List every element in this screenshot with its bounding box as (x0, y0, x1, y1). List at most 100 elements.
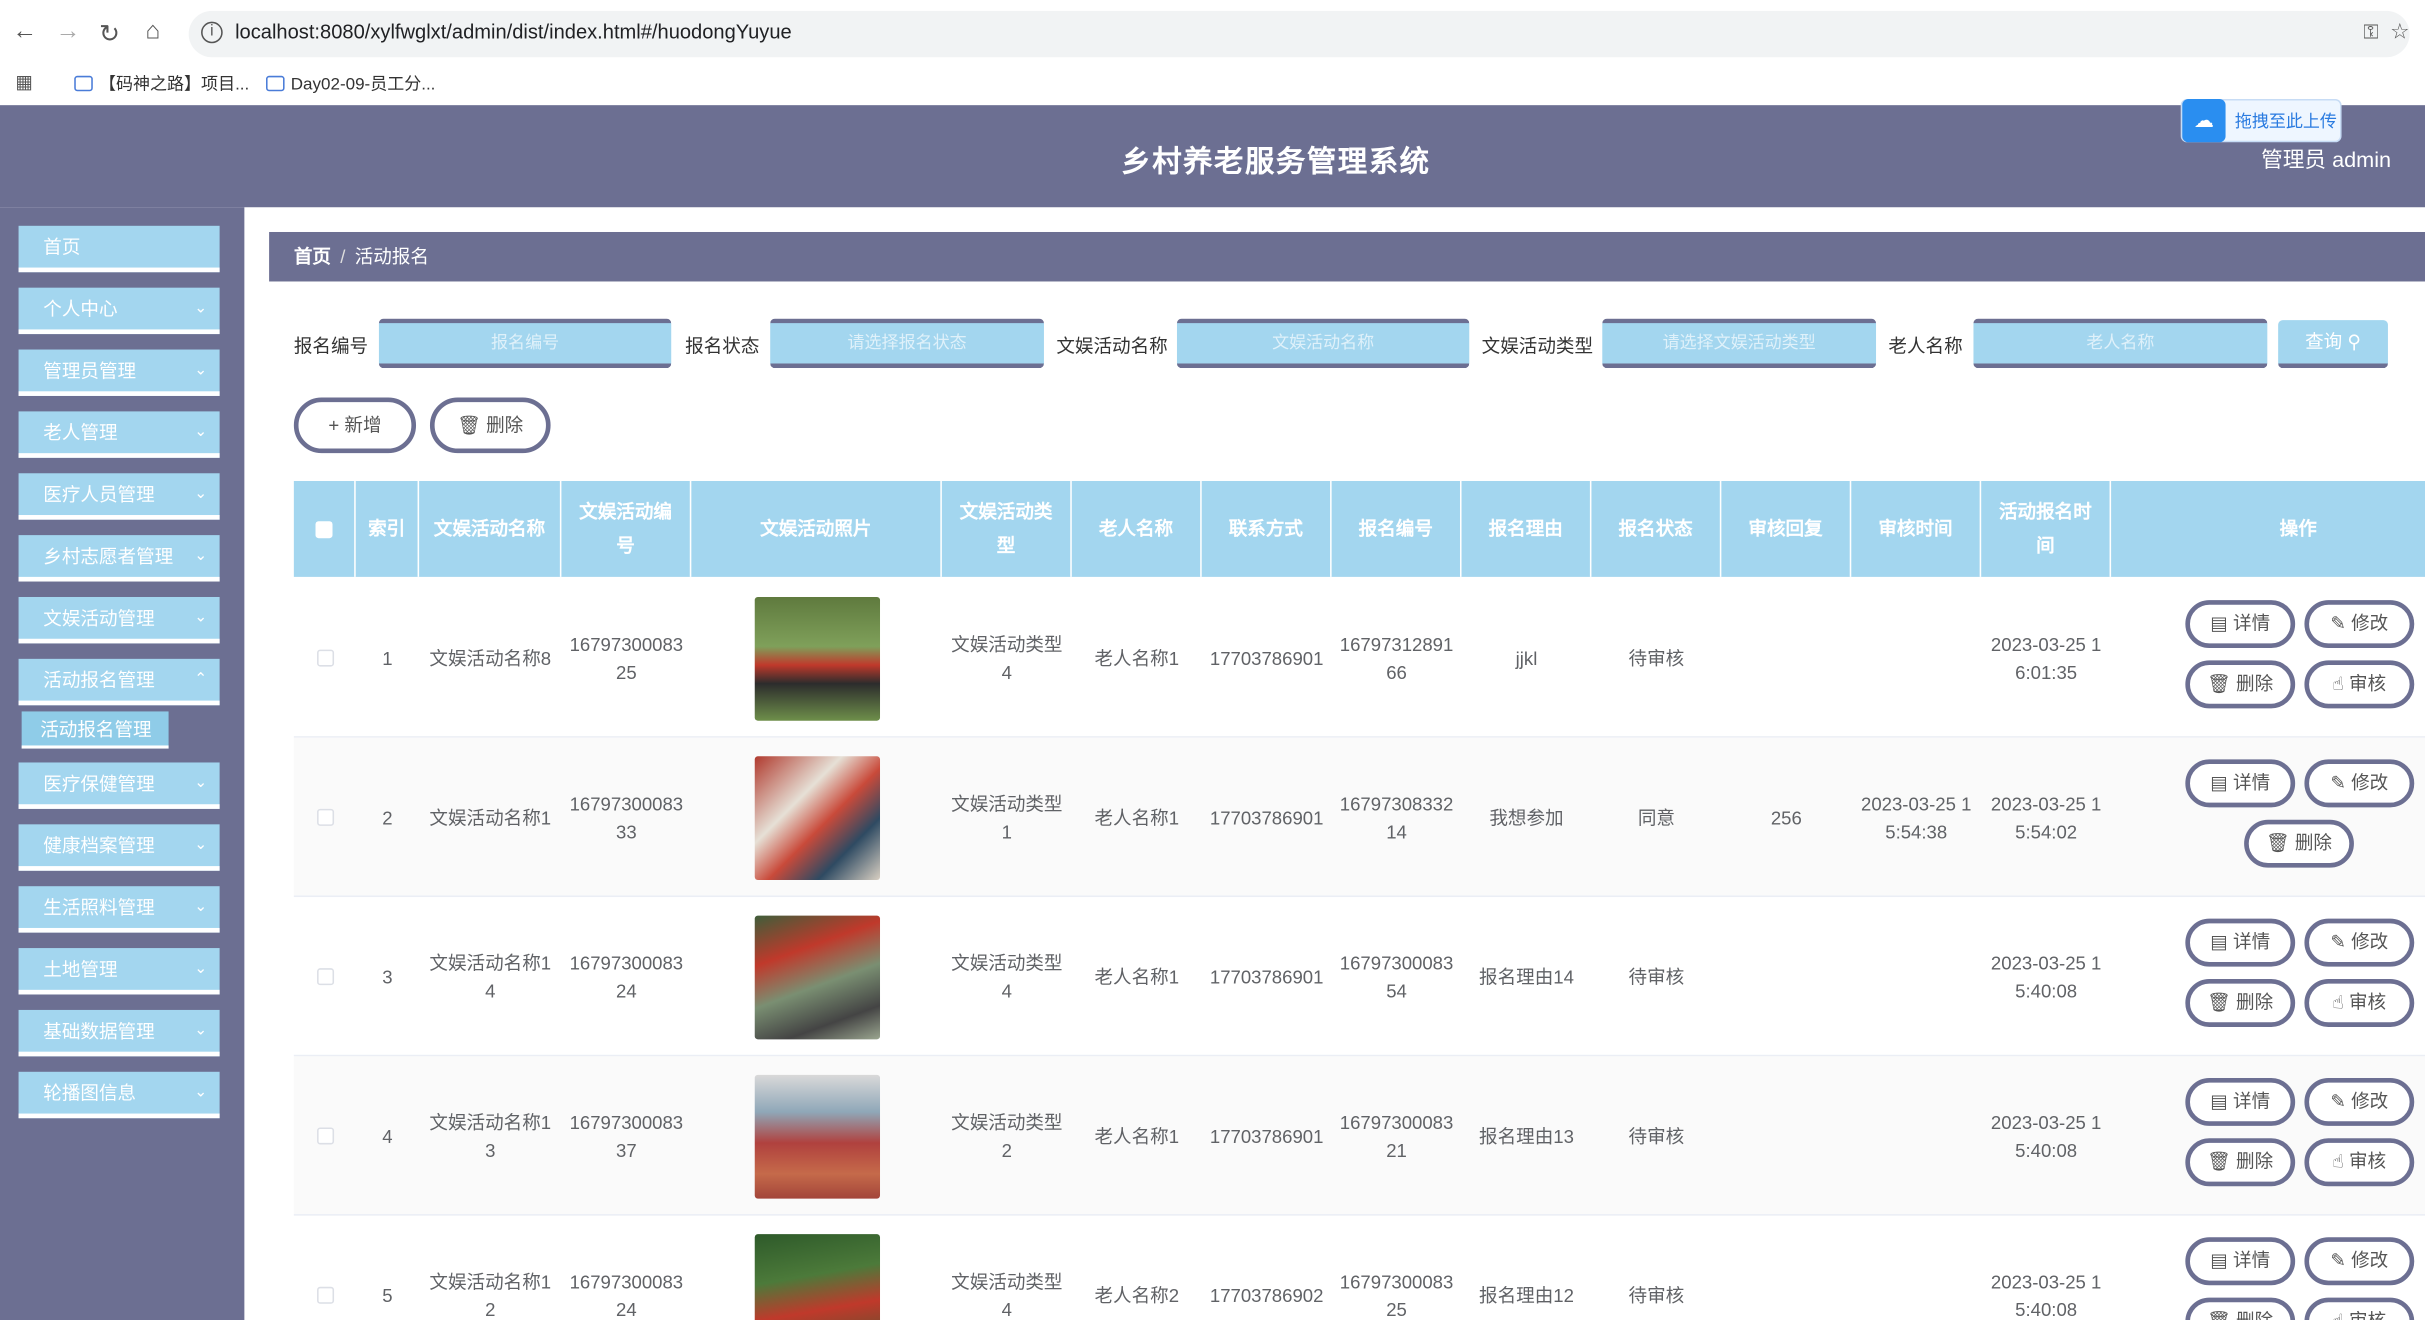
sidebar-item-elder[interactable]: 老人管理 ⌄ (18, 411, 220, 458)
sidebar-item-label: 健康档案管理 (43, 835, 155, 857)
op-label: 修改 (2351, 1090, 2389, 1113)
audit-button[interactable]: ☝ 审核 (2304, 1297, 2415, 1320)
home-icon[interactable]: ⌂ (145, 19, 160, 47)
sidebar-item-volunteer[interactable]: 乡村志愿者管理 ⌄ (18, 535, 220, 582)
sidebar-subitem-signup[interactable]: 活动报名管理 (21, 711, 169, 749)
col-activity-code[interactable]: 文娱活动编号 (561, 480, 692, 577)
user-info[interactable]: 管理员 admin (2261, 144, 2391, 175)
forward-icon[interactable]: → (56, 19, 81, 47)
col-activity-type[interactable]: 文娱活动类型 (942, 480, 1072, 577)
delete-button[interactable]: 🗑 删除 (2185, 1138, 2296, 1187)
detail-button[interactable]: ▤ 详情 (2185, 918, 2296, 967)
audit-button[interactable]: ☝ 审核 (2304, 978, 2415, 1027)
row-checkbox[interactable] (316, 1127, 334, 1145)
activity-name-input[interactable]: 文娱活动名称 (1176, 318, 1470, 369)
col-signup-no[interactable]: 报名编号 (1332, 480, 1462, 577)
delete-button[interactable]: 🗑 删除 (2185, 978, 2296, 1027)
row-checkbox[interactable] (316, 968, 334, 986)
activity-type-select[interactable]: 请选择文娱活动类型 (1602, 318, 1877, 369)
url-text[interactable]: localhost:8080/xylfwglxt/admin/dist/inde… (235, 20, 792, 43)
sidebar-item-land[interactable]: 土地管理 ⌄ (18, 948, 220, 995)
edit-button[interactable]: ✎ 修改 (2304, 600, 2415, 649)
status-label: 报名状态 (685, 335, 760, 358)
apps-grid-icon[interactable]: ▦ (15, 71, 33, 93)
sidebar-item-health-record[interactable]: 健康档案管理 ⌄ (18, 824, 220, 871)
table-row: 4 文娱活动名称13 1679730008337 文娱活动类型2 老人名称1 177037… (293, 1056, 2425, 1216)
bookmark-2[interactable]: Day02-09-员工分... (266, 71, 435, 96)
bookmark-1[interactable]: 【码神之路】项目... (74, 71, 249, 96)
chevron-down-icon: ⌄ (194, 960, 208, 978)
col-activity-photo[interactable]: 文娱活动照片 (691, 480, 942, 577)
sidebar-item-healthcare[interactable]: 医疗保健管理 ⌄ (18, 762, 220, 809)
cell-phone: 17703786902 (1209, 1284, 1324, 1307)
col-reply[interactable]: 审核回复 (1721, 480, 1852, 577)
photo-cell (691, 578, 942, 737)
chevron-down-icon: ⌄ (194, 1084, 208, 1102)
detail-icon: ▤ (2210, 771, 2234, 794)
status-select[interactable]: 请选择报名状态 (770, 318, 1044, 369)
sidebar-item-carousel[interactable]: 轮播图信息 ⌄ (18, 1071, 220, 1119)
add-button[interactable]: + 新增 (293, 397, 417, 454)
back-icon[interactable]: ← (12, 19, 37, 47)
bookmark-star-icon[interactable]: ☆ (2390, 19, 2409, 45)
upload-dropzone[interactable]: ☁ 拖拽至此上传 (2180, 98, 2342, 143)
col-elder-name[interactable]: 老人名称 (1072, 480, 1202, 577)
cell-name: 文娱活动名称8 (429, 647, 552, 669)
col-check-time[interactable]: 审核时间 (1851, 480, 1982, 577)
select-all-checkbox[interactable] (315, 520, 333, 538)
sidebar-item-medical-staff[interactable]: 医疗人员管理 ⌄ (18, 473, 220, 520)
chevron-down-icon: ⌄ (194, 898, 208, 916)
cell-reply (1721, 1216, 1851, 1320)
col-actions: 操作 (2111, 481, 2425, 577)
edit-button[interactable]: ✎ 修改 (2304, 918, 2415, 967)
key-icon[interactable]: ⚿ (2363, 20, 2378, 45)
audit-button[interactable]: ☝ 审核 (2304, 660, 2415, 709)
sidebar-item-admin[interactable]: 管理员管理 ⌄ (18, 349, 220, 396)
sidebar-item-profile[interactable]: 个人中心 ⌄ (18, 287, 220, 335)
audit-button[interactable]: ☝ 审核 (2304, 1138, 2415, 1187)
query-button[interactable]: 查询 ⚲ (2278, 320, 2388, 369)
signup-no-input[interactable]: 报名编号 (378, 318, 672, 369)
sidebar-item-signup[interactable]: 活动报名管理 ⌃ (18, 658, 220, 706)
delete-button[interactable]: 🗑 删除 (2185, 1297, 2296, 1320)
edit-button[interactable]: ✎ 修改 (2304, 1077, 2415, 1126)
delete-button[interactable]: 🗑 删除 (2185, 660, 2296, 709)
sidebar-item-label: 基础数据管理 (43, 1020, 155, 1043)
row-checkbox[interactable] (316, 1286, 334, 1304)
col-reason[interactable]: 报名理由 (1462, 480, 1592, 577)
col-phone[interactable]: 联系方式 (1202, 480, 1332, 577)
sidebar-item-life-care[interactable]: 生活照料管理 ⌄ (18, 886, 220, 933)
breadcrumb-home[interactable]: 首页 (294, 246, 331, 268)
row-checkbox[interactable] (316, 649, 334, 667)
sidebar: 首页 个人中心 ⌄ 管理员管理 ⌄ 老人管理 ⌄ 医疗人员管理 ⌄ 乡村志愿者管理 ⌄ 文… (0, 207, 245, 1320)
detail-button[interactable]: ▤ 详情 (2185, 1077, 2296, 1126)
audit-icon: ☝ (2332, 672, 2349, 695)
col-status[interactable]: 报名状态 (1591, 480, 1722, 577)
cell-reason: jjkl (1515, 647, 1538, 669)
batch-delete-button[interactable]: 🗑 删除 (429, 397, 551, 454)
detail-button[interactable]: ▤ 详情 (2185, 1237, 2296, 1286)
sidebar-item-activity[interactable]: 文娱活动管理 ⌄ (18, 596, 220, 644)
chevron-down-icon: ⌄ (194, 609, 208, 627)
reload-icon[interactable]: ↻ (99, 19, 120, 50)
plus-icon: + (328, 414, 340, 437)
sidebar-item-label: 生活照料管理 (43, 897, 155, 919)
cell-check-time (1851, 578, 1981, 737)
cell-type: 文娱活动类型4 (951, 633, 1063, 683)
site-info-icon[interactable]: i (201, 21, 223, 44)
sidebar-item-base-data[interactable]: 基础数据管理 ⌄ (18, 1009, 220, 1057)
edit-button[interactable]: ✎ 修改 (2304, 1237, 2415, 1286)
row-checkbox[interactable] (316, 808, 334, 826)
audit-icon: ☝ (2333, 1310, 2349, 1320)
sidebar-item-home[interactable]: 首页 (18, 225, 220, 273)
col-activity-name[interactable]: 文娱活动名称 (419, 480, 562, 577)
sidebar-item-label: 轮播图信息 (43, 1082, 137, 1105)
col-signup-time[interactable]: 活动报名时间 (1981, 480, 2112, 577)
detail-button[interactable]: ▤ 详情 (2185, 759, 2296, 808)
address-bar[interactable]: i localhost:8080/xylfwglxt/admin/dist/in… (188, 10, 2410, 58)
delete-button[interactable]: 🗑 删除 (2244, 819, 2354, 868)
elder-name-input[interactable]: 老人名称 (1973, 318, 2268, 369)
photo-cell (691, 897, 942, 1056)
edit-button[interactable]: ✎ 修改 (2304, 759, 2415, 808)
detail-button[interactable]: ▤ 详情 (2185, 600, 2296, 649)
